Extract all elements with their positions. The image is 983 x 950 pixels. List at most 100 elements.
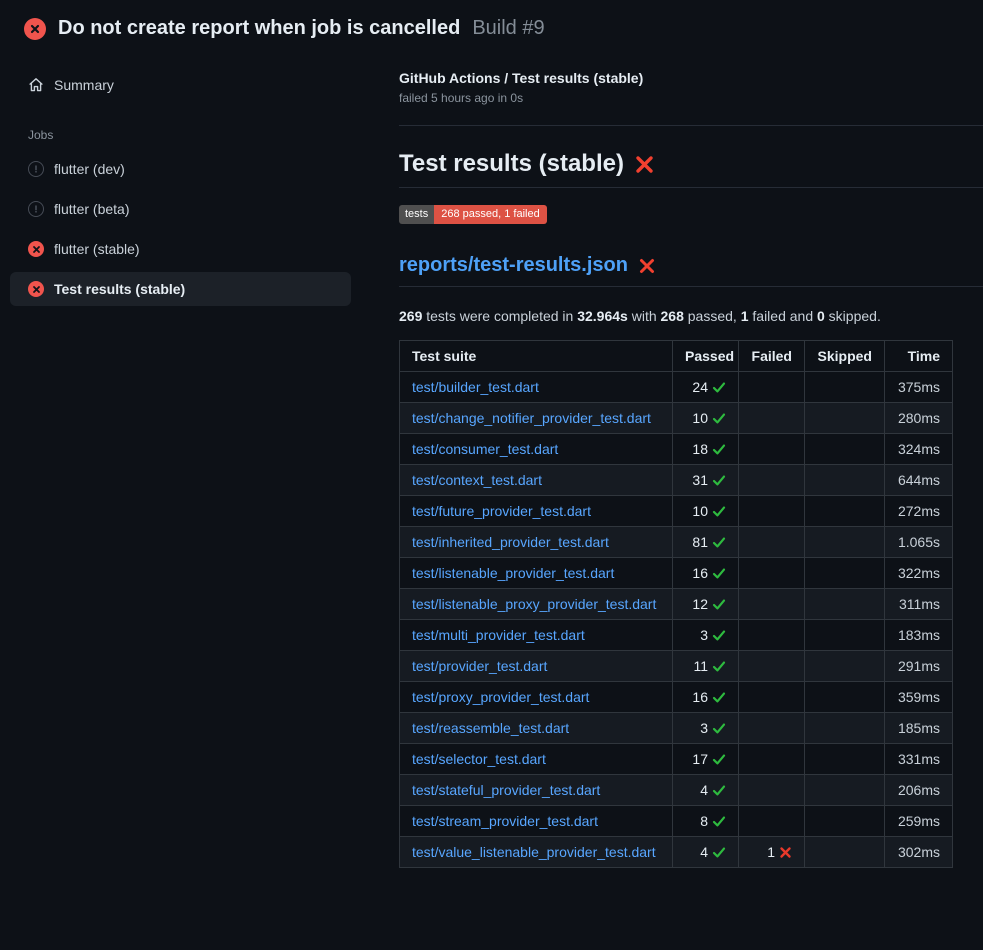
failed-cell — [739, 589, 805, 620]
time-cell: 1.065s — [885, 527, 953, 558]
table-row: test/provider_test.dart 11 291ms — [400, 651, 953, 682]
skipped-cell — [805, 806, 885, 837]
skipped-cell — [805, 620, 885, 651]
jobs-list: flutter (dev) flutter (beta) flutter (st… — [10, 152, 351, 306]
failed-cell — [739, 682, 805, 713]
test-suite-link[interactable]: test/consumer_test.dart — [412, 441, 558, 457]
tests-status-badge: tests 268 passed, 1 failed — [399, 205, 547, 224]
time-cell: 259ms — [885, 806, 953, 837]
check-icon — [712, 722, 726, 735]
build-number: Build #9 — [472, 17, 544, 40]
time-cell: 302ms — [885, 837, 953, 868]
tests-summary-text: 269 tests were completed in 32.964s with… — [399, 308, 983, 324]
test-suite-link[interactable]: test/value_listenable_provider_test.dart — [412, 844, 656, 860]
test-suite-link[interactable]: test/listenable_provider_test.dart — [412, 565, 614, 581]
failed-cell — [739, 775, 805, 806]
test-suite-link[interactable]: test/inherited_provider_test.dart — [412, 534, 609, 550]
passed-cell: 12 — [673, 589, 739, 620]
table-row: test/selector_test.dart 17 331ms — [400, 744, 953, 775]
test-suite-link[interactable]: test/builder_test.dart — [412, 379, 539, 395]
passed-cell: 4 — [673, 775, 739, 806]
passed-cell: 10 — [673, 403, 739, 434]
column-header-skipped: Skipped — [805, 341, 885, 372]
test-suite-link[interactable]: test/change_notifier_provider_test.dart — [412, 410, 651, 426]
skipped-cell — [805, 403, 885, 434]
passed-cell: 81 — [673, 527, 739, 558]
failed-cell — [739, 713, 805, 744]
passed-cell: 4 — [673, 837, 739, 868]
test-suite-link[interactable]: test/context_test.dart — [412, 472, 542, 488]
failed-cell — [739, 527, 805, 558]
badge-label: tests — [399, 205, 434, 224]
test-suite-link[interactable]: test/stream_provider_test.dart — [412, 813, 598, 829]
job-label: flutter (beta) — [54, 201, 129, 217]
check-icon — [712, 536, 726, 549]
report-file-link[interactable]: reports/test-results.json — [399, 254, 628, 277]
sidebar-item-flutter-beta-[interactable]: flutter (beta) — [10, 192, 351, 226]
test-suite-link[interactable]: test/proxy_provider_test.dart — [412, 689, 589, 705]
skipped-cell — [805, 713, 885, 744]
x-circle-icon — [28, 281, 44, 297]
passed-cell: 11 — [673, 651, 739, 682]
check-icon — [712, 598, 726, 611]
skipped-cell — [805, 589, 885, 620]
skipped-cell — [805, 682, 885, 713]
check-icon — [712, 474, 726, 487]
check-icon — [712, 443, 726, 456]
test-suite-link[interactable]: test/reassemble_test.dart — [412, 720, 569, 736]
table-row: test/future_provider_test.dart 10 272ms — [400, 496, 953, 527]
time-cell: 324ms — [885, 434, 953, 465]
check-icon — [712, 381, 726, 394]
sidebar-item-test-results-stable-[interactable]: Test results (stable) — [10, 272, 351, 306]
test-suite-link[interactable]: test/stateful_provider_test.dart — [412, 782, 600, 798]
failed-x-icon — [638, 257, 656, 275]
table-row: test/listenable_proxy_provider_test.dart… — [400, 589, 953, 620]
section-heading: Test results (stable) — [399, 150, 983, 188]
check-icon — [712, 846, 726, 859]
check-icon — [712, 753, 726, 766]
sidebar-item-summary[interactable]: Summary — [10, 68, 351, 102]
test-suite-link[interactable]: test/selector_test.dart — [412, 751, 546, 767]
exclamation-circle-icon — [28, 201, 44, 217]
table-row: test/consumer_test.dart 18 324ms — [400, 434, 953, 465]
test-suite-link[interactable]: test/provider_test.dart — [412, 658, 547, 674]
passed-cell: 24 — [673, 372, 739, 403]
passed-cell: 3 — [673, 713, 739, 744]
table-row: test/reassemble_test.dart 3 185ms — [400, 713, 953, 744]
test-suite-link[interactable]: test/listenable_proxy_provider_test.dart — [412, 596, 656, 612]
failed-cell — [739, 806, 805, 837]
failed-cell — [739, 403, 805, 434]
time-cell: 644ms — [885, 465, 953, 496]
table-row: test/builder_test.dart 24 375ms — [400, 372, 953, 403]
check-icon — [712, 412, 726, 425]
time-cell: 291ms — [885, 651, 953, 682]
skipped-cell — [805, 558, 885, 589]
passed-cell: 10 — [673, 496, 739, 527]
test-results-table: Test suite Passed Failed Skipped Time te… — [399, 340, 953, 868]
sidebar-item-flutter-stable-[interactable]: flutter (stable) — [10, 232, 351, 266]
table-row: test/listenable_provider_test.dart 16 32… — [400, 558, 953, 589]
time-cell: 331ms — [885, 744, 953, 775]
table-row: test/value_listenable_provider_test.dart… — [400, 837, 953, 868]
job-status-line: failed 5 hours ago in 0s — [399, 91, 983, 105]
x-circle-icon — [24, 18, 46, 40]
passed-cell: 31 — [673, 465, 739, 496]
column-header-time: Time — [885, 341, 953, 372]
test-suite-link[interactable]: test/multi_provider_test.dart — [412, 627, 585, 643]
run-header: Do not create report when job is cancell… — [0, 0, 983, 54]
table-row: test/multi_provider_test.dart 3 183ms — [400, 620, 953, 651]
test-suite-link[interactable]: test/future_provider_test.dart — [412, 503, 591, 519]
jobs-section-label: Jobs — [28, 128, 351, 142]
passed-cell: 16 — [673, 682, 739, 713]
failed-cell — [739, 744, 805, 775]
failed-cell — [739, 620, 805, 651]
time-cell: 375ms — [885, 372, 953, 403]
check-icon — [712, 505, 726, 518]
failed-cell — [739, 651, 805, 682]
failed-cell — [739, 496, 805, 527]
report-heading: reports/test-results.json — [399, 254, 983, 287]
badge-value: 268 passed, 1 failed — [434, 205, 546, 224]
passed-cell: 16 — [673, 558, 739, 589]
sidebar-item-flutter-dev-[interactable]: flutter (dev) — [10, 152, 351, 186]
skipped-cell — [805, 651, 885, 682]
